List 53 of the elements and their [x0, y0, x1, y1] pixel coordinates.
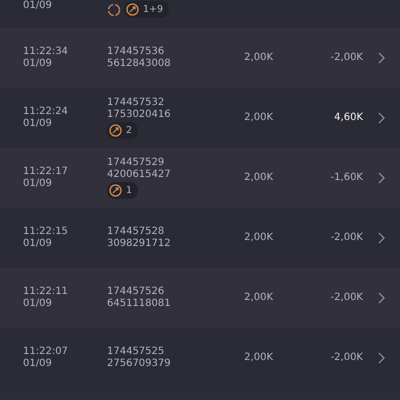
stake-amount: 2,00K	[244, 352, 273, 364]
id-text: 174457526	[107, 286, 164, 298]
transaction-row[interactable]: 11:22:17 01/09 174457529 4200615427 1 2,00K -1,60K	[0, 148, 400, 208]
time-text: 11:22:24	[23, 106, 68, 118]
date-text: 01/09	[23, 238, 52, 250]
id-text: 174457525	[107, 346, 164, 358]
id-text: 174457536	[107, 46, 164, 58]
result-amount: -2,00K	[330, 292, 363, 304]
count-badge: 2	[107, 122, 138, 139]
chevron-right-icon	[378, 112, 385, 124]
id-text: 3098291712	[107, 238, 171, 250]
compass-icon	[126, 3, 139, 16]
chevron-right-icon	[378, 292, 385, 304]
time-text: 11:22:34	[23, 46, 68, 58]
compass-icon	[109, 184, 122, 197]
chevron-right-icon	[378, 172, 385, 184]
count-badge: 1	[107, 182, 138, 199]
date-text: 01/09	[23, 58, 52, 70]
id-text: 2756709379	[107, 358, 171, 370]
stake-amount: 2,00K	[244, 52, 273, 64]
date-text: 01/09	[23, 0, 52, 12]
result-amount: -1,60K	[330, 172, 363, 184]
transaction-row[interactable]: 11:22:11 01/09 174457526 6451118081 2,00K -2,00K	[0, 268, 400, 328]
date-text: 01/09	[23, 298, 52, 310]
chevron-right-icon	[378, 52, 385, 64]
stake-amount: 2,00K	[244, 232, 273, 244]
result-amount: -2,00K	[330, 232, 363, 244]
chevron-right-icon	[378, 352, 385, 364]
stake-amount: 2,00K	[244, 112, 273, 124]
id-text: 174457528	[107, 226, 164, 238]
result-amount: 4,60K	[334, 112, 363, 124]
compass-icon	[109, 124, 122, 137]
count-badge: 1+9	[124, 1, 170, 18]
id-text: 174457532	[107, 97, 164, 109]
id-text: 5612843008	[107, 58, 171, 70]
date-text: 01/09	[23, 358, 52, 370]
spinner-icon	[107, 2, 121, 16]
time-text: 11:22:17	[23, 166, 68, 178]
time-text: 11:22:15	[23, 226, 68, 238]
id-text: 6451118081	[107, 298, 171, 310]
transaction-row[interactable]: 11:22:34 01/09 174457536 5612843008 2,00K -2,00K	[0, 28, 400, 88]
time-text: 11:22:11	[23, 286, 68, 298]
stake-amount: 2,00K	[244, 172, 273, 184]
chevron-right-icon	[378, 232, 385, 244]
result-amount: -2,00K	[330, 52, 363, 64]
time-text: 11:22:07	[23, 346, 68, 358]
stake-amount: 2,00K	[244, 292, 273, 304]
id-text: 174457529	[107, 157, 164, 169]
id-text: 4200615427	[107, 169, 171, 181]
id-text: 1753020416	[107, 109, 171, 121]
result-amount: -2,00K	[330, 352, 363, 364]
date-text: 01/09	[23, 178, 52, 190]
date-text: 01/09	[23, 118, 52, 130]
